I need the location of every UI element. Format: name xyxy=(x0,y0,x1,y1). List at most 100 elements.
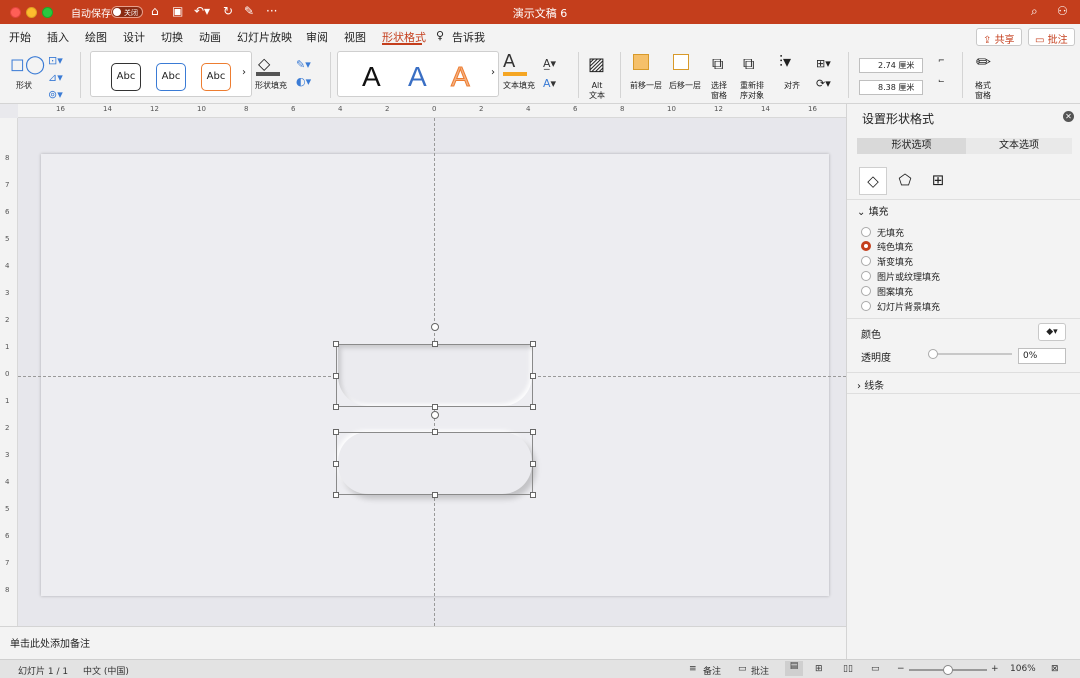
resize-handle[interactable] xyxy=(431,492,438,498)
comments-toggle[interactable]: 批注 xyxy=(751,664,769,677)
radio-solid-fill[interactable] xyxy=(861,241,871,251)
effects-icon[interactable]: ⬠ xyxy=(891,167,919,195)
fill-option-label: 无填充 xyxy=(877,229,905,239)
color-picker-button[interactable]: ◆▾ xyxy=(1038,323,1066,341)
comments-button[interactable]: ▭ 批注 xyxy=(1028,28,1075,46)
alt-text-icon[interactable]: ▨ xyxy=(588,54,605,75)
tab-view[interactable]: 视图 xyxy=(344,29,366,45)
tab-insert[interactable]: 插入 xyxy=(47,29,69,45)
resize-handle[interactable] xyxy=(431,429,438,435)
edit-shape-icons[interactable]: ⊡▾ ⊿▾ ⊚▾ xyxy=(48,52,63,103)
radio-pattern-fill[interactable] xyxy=(861,286,871,296)
group-rotate-icons[interactable]: ⊞▾ ⟳▾ xyxy=(816,54,831,94)
notes-pane[interactable]: 单击此处添加备注 xyxy=(0,626,846,659)
resize-handle[interactable] xyxy=(431,404,438,410)
wordart-sample-2[interactable]: A xyxy=(408,61,427,93)
resize-handle[interactable] xyxy=(530,492,536,498)
lock-aspect-icon[interactable]: ⌐ ⌙ xyxy=(938,56,945,86)
fit-slide-icon[interactable]: ⊠ xyxy=(1051,664,1059,674)
close-icon[interactable]: ✕ xyxy=(1063,111,1074,122)
account-icon[interactable]: ⚇ xyxy=(1057,4,1068,18)
shapes-icon[interactable]: ◻◯ xyxy=(10,54,45,75)
tab-text-options[interactable]: 文本选项 xyxy=(966,138,1072,154)
resize-handle[interactable] xyxy=(333,404,339,410)
wordart-more-icon[interactable]: › xyxy=(491,67,495,78)
resize-handle[interactable] xyxy=(530,460,536,467)
resize-handle[interactable] xyxy=(530,341,536,347)
slide-sorter-icon[interactable]: ⊞ xyxy=(815,664,823,674)
tab-design[interactable]: 设计 xyxy=(123,29,145,45)
ruler-tick-label: 14 xyxy=(761,105,770,113)
presenter-view-icon[interactable]: ▭ xyxy=(871,664,880,674)
format-pane-icon[interactable]: ✏ xyxy=(976,52,991,73)
send-backward-icon[interactable] xyxy=(673,54,689,70)
resize-handle[interactable] xyxy=(333,372,339,379)
width-input[interactable]: 8.38 厘米 xyxy=(859,80,923,95)
zoom-slider[interactable] xyxy=(909,665,987,675)
tell-me[interactable]: 告诉我 xyxy=(452,29,485,45)
resize-handle[interactable] xyxy=(333,460,339,467)
shape-fill-icon[interactable]: ◇ xyxy=(258,54,270,73)
language-status[interactable]: 中文 (中国) xyxy=(83,664,129,677)
transparency-slider-knob[interactable] xyxy=(928,349,938,359)
align-icon[interactable]: ⫶▾ xyxy=(779,52,791,72)
style-sample-3[interactable]: Abc xyxy=(201,63,231,91)
text-outline-effects-icons[interactable]: A̲▾ A▾ xyxy=(543,54,556,94)
transparency-input[interactable]: 0% xyxy=(1018,348,1066,364)
reorder-icon[interactable]: ⧉ xyxy=(743,54,754,74)
wordart-sample-3[interactable]: A xyxy=(451,61,471,93)
resize-handle[interactable] xyxy=(333,492,339,498)
wordart-sample-1[interactable]: A xyxy=(362,61,381,93)
resize-handle[interactable] xyxy=(333,429,339,435)
tab-slideshow[interactable]: 幻灯片放映 xyxy=(237,29,292,45)
resize-handle[interactable] xyxy=(431,341,438,347)
reading-view-icon[interactable]: ▯▯ xyxy=(843,664,853,674)
ribbon-divider xyxy=(848,52,849,98)
zoom-level[interactable]: 106% xyxy=(1010,664,1036,674)
outline-effects-icons[interactable]: ✎▾ ◐▾ xyxy=(296,56,311,90)
bring-forward-icon[interactable] xyxy=(633,54,649,70)
resize-handle[interactable] xyxy=(530,429,536,435)
ruler-tick-label: 4 xyxy=(5,478,10,486)
tab-draw[interactable]: 绘图 xyxy=(85,29,107,45)
rotate-handle-top[interactable] xyxy=(431,323,439,331)
selection-pane-icon[interactable]: ⧉ xyxy=(712,54,723,74)
ruler-tick-label: 4 xyxy=(526,105,531,113)
height-input[interactable]: 2.74 厘米 xyxy=(859,58,923,73)
search-icon[interactable]: ⌕ xyxy=(1031,4,1038,19)
share-button[interactable]: ⇪ 共享 xyxy=(976,28,1022,46)
tab-shape-options[interactable]: 形状选项 xyxy=(857,138,966,154)
notes-toggle-icon[interactable]: ≡ xyxy=(689,664,697,674)
normal-view-icon[interactable]: ▤ xyxy=(785,661,803,676)
zoom-out-icon[interactable]: − xyxy=(897,664,905,674)
resize-handle[interactable] xyxy=(530,372,536,379)
size-properties-icon[interactable]: ⊞ xyxy=(924,167,952,195)
radio-background-fill[interactable] xyxy=(861,301,871,311)
fill-line-icon[interactable]: ◇ xyxy=(859,167,887,195)
ruler-tick-label: 1 xyxy=(5,343,10,351)
tab-review[interactable]: 审阅 xyxy=(306,29,328,45)
fill-section-header[interactable]: ⌄ 填充 xyxy=(857,203,889,218)
style-sample-2[interactable]: Abc xyxy=(156,63,186,91)
style-sample-1[interactable]: Abc xyxy=(111,63,141,91)
resize-handle[interactable] xyxy=(530,404,536,410)
radio-gradient-fill[interactable] xyxy=(861,256,871,266)
notes-placeholder[interactable]: 单击此处添加备注 xyxy=(10,635,90,650)
notes-toggle[interactable]: 备注 xyxy=(703,664,721,677)
tab-animations[interactable]: 动画 xyxy=(199,29,221,45)
tell-me-icon[interactable]: ♀ xyxy=(436,29,444,42)
resize-handle[interactable] xyxy=(333,341,339,347)
comments-toggle-icon[interactable]: ▭ xyxy=(738,664,747,674)
title-bar: 自动保存 关闭 ⌂ ▣ ↶▾ ↻ ✎ ··· 演示文稿 6 ⌕ ⚇ xyxy=(0,0,1080,24)
radio-picture-fill[interactable] xyxy=(861,271,871,281)
text-fill-icon[interactable]: A xyxy=(503,51,515,72)
zoom-slider-knob[interactable] xyxy=(943,665,953,675)
rotate-handle-bottom[interactable] xyxy=(431,411,439,419)
radio-no-fill[interactable] xyxy=(861,227,871,237)
tab-home[interactable]: 开始 xyxy=(9,29,31,45)
transparency-slider[interactable] xyxy=(928,349,1012,359)
zoom-in-icon[interactable]: + xyxy=(991,664,999,674)
line-section-header[interactable]: › 线条 xyxy=(857,377,884,392)
gallery-more-icon[interactable]: › xyxy=(242,67,246,78)
tab-transitions[interactable]: 切换 xyxy=(161,29,183,45)
